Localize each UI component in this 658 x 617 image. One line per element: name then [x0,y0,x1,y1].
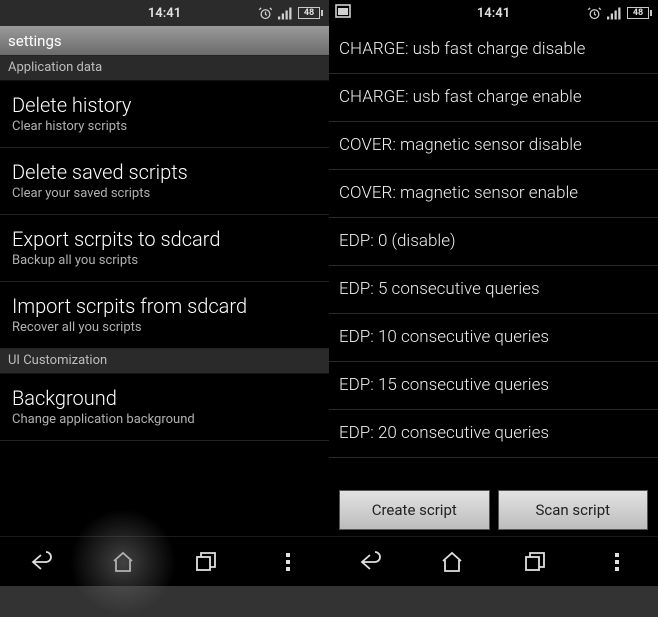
signal-icon [607,7,622,20]
delete-history-item[interactable]: Delete history Clear history scripts [0,81,329,148]
export-scripts-item[interactable]: Export scrpits to sdcard Backup all you … [0,215,329,282]
item-title: Delete saved scripts [12,160,317,184]
item-title: Import scrpits from sdcard [12,294,317,318]
alarm-icon [587,6,602,21]
left-content: settings Application data Delete history… [0,26,329,536]
item-title: Delete history [12,93,317,117]
item-subtitle: Recover all you scripts [12,320,317,335]
menu-button[interactable] [587,542,647,582]
home-button[interactable] [93,542,153,582]
item-subtitle: Clear your saved scripts [12,186,317,201]
script-list[interactable]: CHARGE: usb fast charge disable CHARGE: … [329,26,658,480]
back-button[interactable] [11,542,71,582]
screenshot-icon [335,4,351,22]
script-item[interactable]: CHARGE: usb fast charge enable [329,74,658,122]
signal-icon [278,7,293,20]
battery-icon: 48 [627,7,652,19]
scan-script-button[interactable]: Scan script [498,490,649,530]
delete-saved-scripts-item[interactable]: Delete saved scripts Clear your saved sc… [0,148,329,215]
recent-button[interactable] [176,542,236,582]
section-ui-customization: UI Customization [0,349,329,374]
home-button[interactable] [422,542,482,582]
item-subtitle: Change application background [12,412,317,427]
status-time: 14:41 [477,6,510,21]
item-subtitle: Backup all you scripts [12,253,317,268]
script-item[interactable]: EDP: 10 consecutive queries [329,314,658,362]
import-scripts-item[interactable]: Import scrpits from sdcard Recover all y… [0,282,329,349]
menu-dots-icon [615,553,619,571]
status-bar: 14:41 48 [329,0,658,26]
right-content: CHARGE: usb fast charge disable CHARGE: … [329,26,658,536]
status-icons: 48 [258,6,323,21]
battery-level: 48 [627,7,649,19]
back-button[interactable] [340,542,400,582]
button-row: Create script Scan script [329,480,658,536]
status-bar: 14:41 48 [0,0,329,26]
item-title: Background [12,386,317,410]
script-item[interactable]: EDP: 5 consecutive queries [329,266,658,314]
create-script-button[interactable]: Create script [339,490,490,530]
script-item[interactable]: COVER: magnetic sensor enable [329,170,658,218]
alarm-icon [258,6,273,21]
script-item[interactable]: EDP: 15 consecutive queries [329,362,658,410]
section-app-data: Application data [0,56,329,81]
script-item[interactable]: EDP: 20 consecutive queries [329,410,658,458]
phone-right-screen: 14:41 48 CHARGE: usb fast charge disable… [329,0,658,586]
battery-level: 48 [298,7,320,19]
script-item[interactable]: CHARGE: usb fast charge disable [329,26,658,74]
item-subtitle: Clear history scripts [12,119,317,134]
recent-button[interactable] [505,542,565,582]
status-time: 14:41 [148,6,181,21]
script-item[interactable]: EDP: 0 (disable) [329,218,658,266]
status-icons: 48 [587,6,652,21]
battery-icon: 48 [298,7,323,19]
nav-bar [329,536,658,586]
menu-dots-icon [286,553,290,571]
script-item[interactable]: COVER: magnetic sensor disable [329,122,658,170]
settings-list: Delete history Clear history scripts Del… [0,81,329,536]
menu-button[interactable] [258,542,318,582]
settings-header: settings [0,26,329,56]
nav-bar [0,536,329,586]
phone-left-screen: 14:41 48 settings Application data Delet… [0,0,329,586]
background-item[interactable]: Background Change application background [0,374,329,441]
item-title: Export scrpits to sdcard [12,227,317,251]
